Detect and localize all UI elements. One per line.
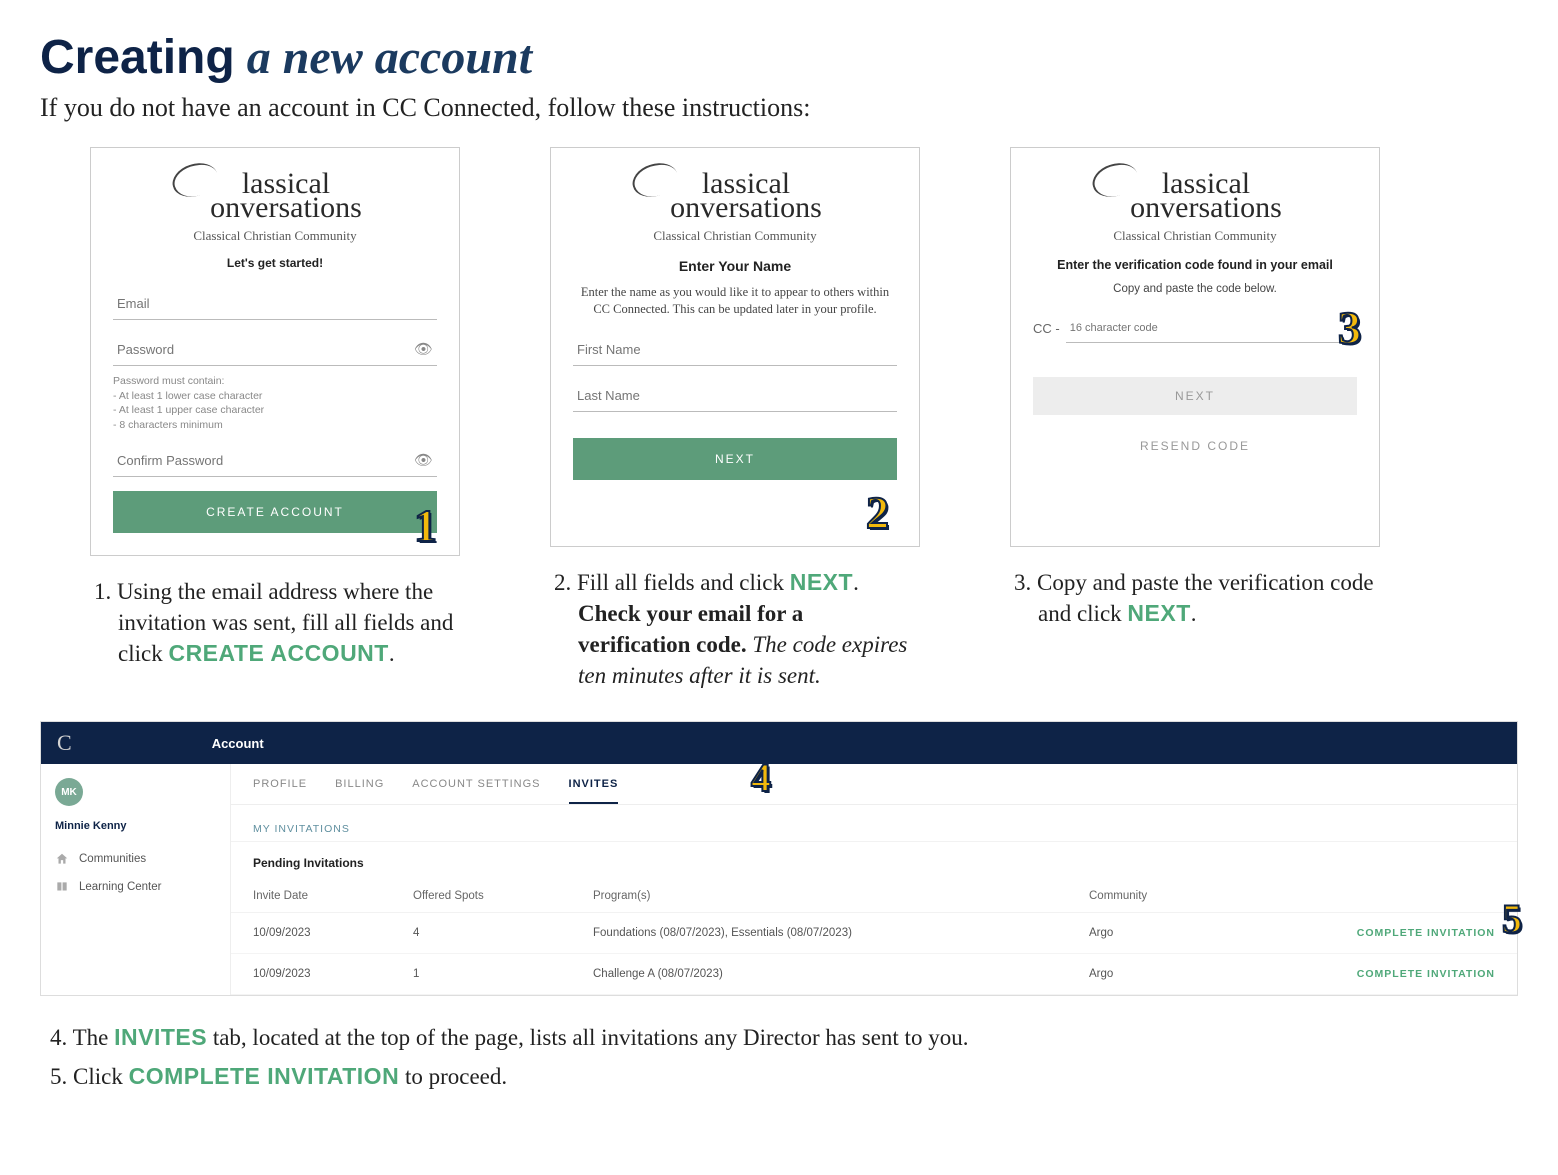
tabs: PROFILE BILLING ACCOUNT SETTINGS INVITES… bbox=[231, 764, 1517, 805]
logo-subtitle: Classical Christian Community bbox=[188, 228, 362, 244]
tab-profile[interactable]: PROFILE bbox=[253, 778, 307, 804]
avatar[interactable]: MK bbox=[55, 778, 83, 806]
logo-script: lassical onversations bbox=[188, 172, 362, 220]
tab-account-settings[interactable]: ACCOUNT SETTINGS bbox=[412, 778, 540, 804]
col-community: Community bbox=[1067, 880, 1287, 913]
complete-invitation-link[interactable]: COMPLETE INVITATION bbox=[1357, 927, 1495, 939]
sidebar-item-communities[interactable]: Communities bbox=[55, 852, 216, 866]
step-badge-2: 2 bbox=[866, 490, 889, 536]
table-row: 10/09/2023 1 Challenge A (08/07/2023) Ar… bbox=[231, 954, 1517, 995]
section-my-invitations: MY INVITATIONS bbox=[231, 805, 1517, 841]
logo: lassical onversations Classical Christia… bbox=[1108, 172, 1282, 244]
brand-icon: C bbox=[57, 730, 72, 756]
step-badge-4: 4 bbox=[751, 758, 772, 798]
topbar-title: Account bbox=[212, 736, 264, 751]
book-icon bbox=[55, 880, 69, 894]
lets-get-started: Let's get started! bbox=[227, 256, 323, 270]
caption-2: 2. Fill all fields and click NEXT. Check… bbox=[574, 567, 920, 691]
dashboard-main: PROFILE BILLING ACCOUNT SETTINGS INVITES… bbox=[231, 764, 1517, 995]
col-programs: Program(s) bbox=[571, 880, 1067, 913]
instruction-4: 4. The INVITES tab, located at the top o… bbox=[50, 1018, 1518, 1057]
email-field[interactable] bbox=[113, 288, 437, 320]
cards-row: lassical onversations Classical Christia… bbox=[90, 147, 1498, 691]
logo-subtitle: Classical Christian Community bbox=[648, 228, 822, 244]
caption-1: 1. Using the email address where the inv… bbox=[114, 576, 460, 669]
last-name-field[interactable] bbox=[573, 380, 897, 412]
page-title: Creating a new account bbox=[40, 30, 1518, 85]
sidebar: MK Minnie Kenny Communities Learning Cen… bbox=[41, 764, 231, 995]
tab-billing[interactable]: BILLING bbox=[335, 778, 384, 804]
next-button[interactable]: NEXT bbox=[1033, 377, 1357, 415]
bottom-instructions: 4. The INVITES tab, located at the top o… bbox=[50, 1018, 1518, 1096]
dashboard-screenshot: C Account MK Minnie Kenny Communities Le… bbox=[40, 721, 1518, 996]
tab-invites[interactable]: INVITES bbox=[569, 778, 619, 804]
invitations-table: Invite Date Offered Spots Program(s) Com… bbox=[231, 880, 1517, 995]
enter-name-sub: Enter the name as you would like it to a… bbox=[579, 284, 891, 318]
verification-code-field[interactable] bbox=[1066, 314, 1357, 343]
logo-subtitle: Classical Christian Community bbox=[1108, 228, 1282, 244]
password-field[interactable] bbox=[113, 334, 437, 366]
confirm-password-field[interactable] bbox=[113, 445, 437, 477]
title-bold: Creating bbox=[40, 31, 235, 84]
enter-name-card: lassical onversations Classical Christia… bbox=[550, 147, 920, 547]
logo: lassical onversations Classical Christia… bbox=[188, 172, 362, 244]
enter-name-heading: Enter Your Name bbox=[679, 258, 791, 274]
table-row: 10/09/2023 4 Foundations (08/07/2023), E… bbox=[231, 913, 1517, 954]
user-name: Minnie Kenny bbox=[55, 820, 216, 832]
caption-3: 3. Copy and paste the verification code … bbox=[1034, 567, 1380, 629]
dashboard-topbar: C Account bbox=[41, 722, 1517, 764]
col-action bbox=[1287, 880, 1517, 913]
verification-sub: Copy and paste the code below. bbox=[1113, 282, 1277, 298]
first-name-field[interactable] bbox=[573, 334, 897, 366]
home-icon bbox=[55, 852, 69, 866]
logo-script: lassical onversations bbox=[648, 172, 822, 220]
pending-invitations-heading: Pending Invitations bbox=[231, 841, 1517, 880]
verification-card: lassical onversations Classical Christia… bbox=[1010, 147, 1380, 547]
eye-icon[interactable]: 👁 bbox=[414, 451, 433, 470]
logo-script: lassical onversations bbox=[1108, 172, 1282, 220]
page-subheading: If you do not have an account in CC Conn… bbox=[40, 93, 1518, 123]
create-account-button[interactable]: CREATE ACCOUNT bbox=[113, 491, 437, 533]
col-offered-spots: Offered Spots bbox=[391, 880, 571, 913]
verification-heading: Enter the verification code found in you… bbox=[1057, 258, 1333, 272]
eye-icon[interactable]: 👁 bbox=[414, 340, 433, 359]
code-prefix: CC - bbox=[1033, 321, 1060, 343]
instruction-5: 5. Click COMPLETE INVITATION to proceed. bbox=[50, 1057, 1518, 1096]
col-invite-date: Invite Date bbox=[231, 880, 391, 913]
logo: lassical onversations Classical Christia… bbox=[648, 172, 822, 244]
password-rules: Password must contain: - At least 1 lowe… bbox=[113, 374, 437, 433]
next-button[interactable]: NEXT bbox=[573, 438, 897, 480]
complete-invitation-link[interactable]: COMPLETE INVITATION bbox=[1357, 968, 1495, 980]
resend-code-button[interactable]: RESEND CODE bbox=[1033, 427, 1357, 465]
sidebar-item-learning-center[interactable]: Learning Center bbox=[55, 880, 216, 894]
create-account-card: lassical onversations Classical Christia… bbox=[90, 147, 460, 556]
title-italic: a new account bbox=[235, 31, 532, 84]
